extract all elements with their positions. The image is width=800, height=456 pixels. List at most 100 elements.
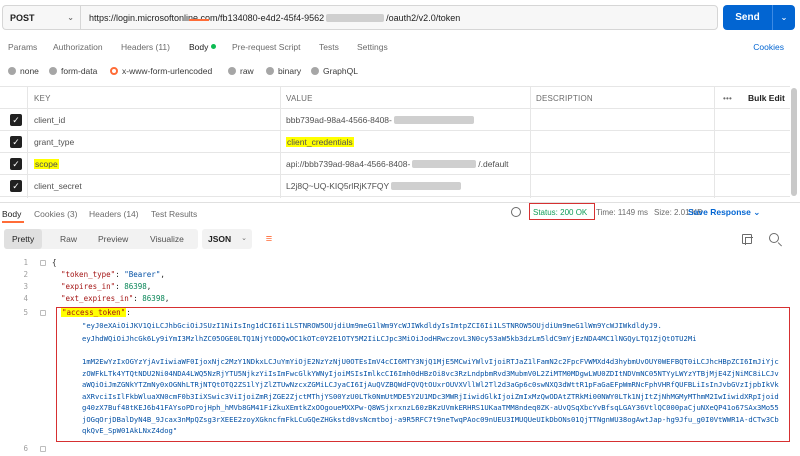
cookies-link[interactable]: Cookies	[753, 42, 784, 52]
method-label: POST	[10, 12, 35, 23]
format-label: JSON	[208, 234, 232, 244]
param-value[interactable]: bbb739ad-98a4-4566-8408-	[286, 109, 474, 131]
param-key[interactable]: client_id	[34, 109, 65, 131]
url-input[interactable]: https://login.microsoftonline.com/fb1340…	[80, 5, 718, 30]
param-value[interactable]: api://bbb739ad-98a4-4566-8408- /.default	[286, 153, 509, 175]
line-number: 1	[23, 258, 28, 267]
response-tab-body[interactable]: Body	[2, 209, 21, 219]
more-options-icon[interactable]: •••	[723, 87, 732, 109]
checkbox-checked-icon[interactable]: ✓	[10, 158, 22, 170]
tab-pre-request-script[interactable]: Pre-request Script	[232, 42, 301, 52]
response-tab-test-results[interactable]: Test Results	[151, 209, 197, 219]
url-prefix: https://login.microsoftonline.com/fb1340…	[89, 12, 325, 23]
line-number: 3	[23, 282, 28, 291]
param-value-text: L2j8Q~UQ-KIQ5rlRjK7FQY	[286, 181, 390, 191]
checkbox-checked-icon[interactable]: ✓	[10, 114, 22, 126]
table-scrollbar[interactable]	[791, 88, 797, 196]
line-number: 4	[23, 294, 28, 303]
view-visualize-button[interactable]: Visualize	[142, 229, 192, 249]
redacted-blur	[391, 182, 462, 190]
radio-icon	[311, 67, 319, 75]
table-header-row: KEY VALUE DESCRIPTION ••• Bulk Edit	[0, 87, 790, 109]
tab-settings[interactable]: Settings	[357, 42, 388, 52]
annotation-box	[56, 307, 790, 442]
params-table: KEY VALUE DESCRIPTION ••• Bulk Edit ✓ cl…	[0, 86, 790, 198]
checkbox-checked-icon[interactable]: ✓	[10, 180, 22, 192]
response-toolbar: Pretty Raw Preview Visualize JSON ⌄ ≡	[0, 226, 800, 252]
tab-tests[interactable]: Tests	[319, 42, 339, 52]
view-mode-group: Pretty Raw Preview Visualize	[4, 229, 198, 249]
radio-label: x-www-form-urlencoded	[122, 66, 213, 76]
param-value-tail: /.default	[478, 159, 509, 169]
chevron-down-icon: ⌄	[753, 207, 761, 217]
table-row: ✓ grant_type client_credentials	[0, 131, 790, 153]
line-number: 5	[23, 308, 28, 317]
tab-headers[interactable]: Headers (11)	[121, 42, 170, 52]
radio-label: binary	[278, 66, 302, 76]
checkbox-checked-icon[interactable]: ✓	[10, 136, 22, 148]
format-select[interactable]: JSON ⌄	[202, 229, 252, 249]
search-icon[interactable]	[769, 233, 779, 243]
column-divider	[27, 86, 28, 198]
view-raw-button[interactable]: Raw	[52, 229, 85, 249]
param-value[interactable]: client_credentials	[286, 131, 354, 153]
radio-form-data[interactable]: form-data	[49, 66, 97, 76]
redacted-blur	[412, 160, 477, 168]
tab-params[interactable]: Params	[8, 42, 37, 52]
param-key[interactable]: client_secret	[34, 175, 82, 197]
radio-icon	[49, 67, 57, 75]
redacted-blur	[326, 13, 385, 22]
view-pretty-button[interactable]: Pretty	[4, 229, 43, 249]
column-divider	[530, 86, 531, 198]
send-button[interactable]: Send ⌄	[723, 5, 795, 30]
param-key[interactable]: grant_type	[34, 131, 74, 153]
wrap-lines-icon[interactable]: ≡	[262, 232, 276, 246]
radio-binary[interactable]: binary	[266, 66, 301, 76]
radio-label: GraphQL	[323, 66, 358, 76]
body-type-radios: none form-data x-www-form-urlencoded raw…	[0, 64, 800, 80]
column-header-value: VALUE	[286, 93, 313, 103]
line-number: 6	[23, 444, 28, 453]
view-preview-button[interactable]: Preview	[90, 229, 136, 249]
json-key: "ext_expires_in"	[61, 294, 134, 303]
column-header-key: KEY	[34, 93, 51, 103]
radio-x-www-form-urlencoded[interactable]: x-www-form-urlencoded	[110, 66, 212, 76]
radio-label: none	[20, 66, 39, 76]
line-number: 2	[23, 270, 28, 279]
chevron-down-icon[interactable]: ⌄	[773, 13, 795, 22]
active-dot-icon	[211, 44, 217, 49]
tab-authorization[interactable]: Authorization	[53, 42, 103, 52]
response-tab-cookies[interactable]: Cookies (3)	[34, 209, 77, 219]
param-value[interactable]: L2j8Q~UQ-KIQ5rlRjK7FQY	[286, 175, 462, 197]
chevron-down-icon: ⌄	[67, 13, 74, 22]
table-row: ✓ client_secret L2j8Q~UQ-KIQ5rlRjK7FQY	[0, 175, 790, 197]
param-value-text: bbb739ad-98a4-4566-8408-	[286, 115, 392, 125]
tab-body[interactable]: Body	[189, 42, 217, 52]
json-key: "token_type"	[61, 270, 116, 279]
table-row: ✓ client_id bbb739ad-98a4-4566-8408-	[0, 109, 790, 131]
table-row: ✓ scope api://bbb739ad-98a4-4566-8408- /.…	[0, 153, 790, 175]
fold-toggle-icon[interactable]	[40, 446, 46, 452]
copy-icon[interactable]	[742, 234, 753, 245]
response-tab-headers[interactable]: Headers (14)	[89, 209, 139, 219]
column-divider	[714, 86, 715, 198]
radio-graphql[interactable]: GraphQL	[311, 66, 358, 76]
column-divider	[280, 86, 281, 198]
status-text: Status: 200 OK	[533, 208, 587, 217]
radio-none[interactable]: none	[8, 66, 39, 76]
request-bar: POST ⌄ https://login.microsoftonline.com…	[0, 0, 800, 36]
radio-icon	[266, 67, 274, 75]
fold-toggle-icon[interactable]	[40, 310, 46, 316]
radio-raw[interactable]: raw	[228, 66, 254, 76]
method-select[interactable]: POST ⌄	[2, 5, 80, 30]
json-number: 86398	[124, 282, 147, 291]
globe-icon[interactable]	[511, 207, 521, 217]
param-key[interactable]: scope	[34, 153, 59, 175]
send-label: Send	[723, 5, 773, 30]
bulk-edit-button[interactable]: Bulk Edit	[748, 87, 785, 109]
fold-toggle-icon[interactable]	[40, 260, 46, 266]
save-response-button[interactable]: Save Response ⌄	[688, 207, 760, 218]
param-value-text: api://bbb739ad-98a4-4566-8408-	[286, 159, 411, 169]
json-number: 86398	[142, 294, 165, 303]
response-time: Time: 1149 ms	[596, 208, 649, 217]
